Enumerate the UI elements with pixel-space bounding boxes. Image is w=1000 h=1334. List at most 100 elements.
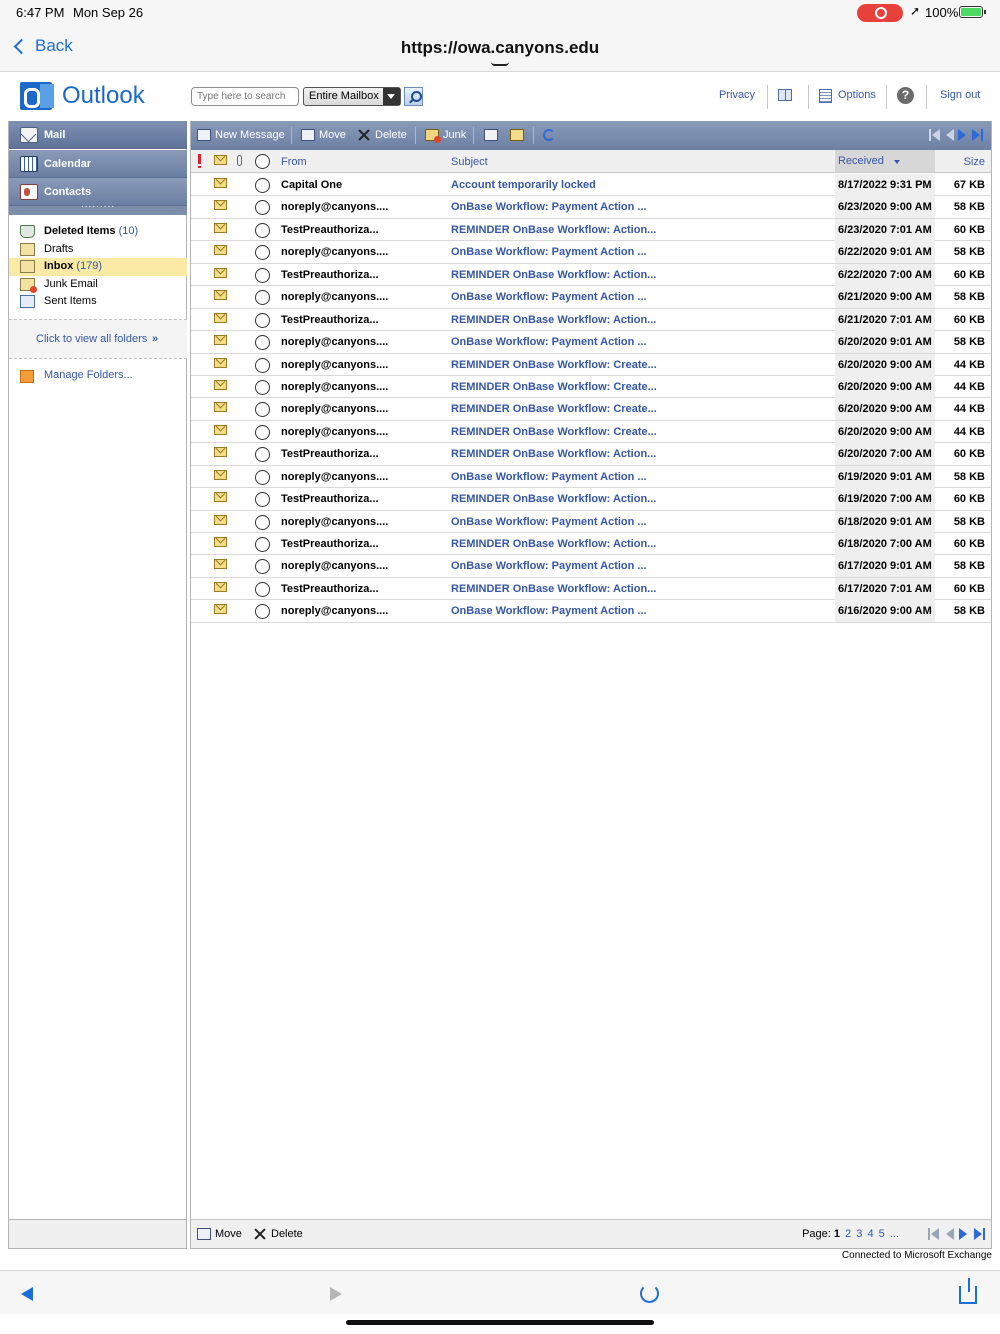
screen-recording-icon[interactable]: [857, 4, 903, 22]
search-button[interactable]: [404, 87, 423, 106]
message-row[interactable]: noreply@canyons.... OnBase Workflow: Paym…: [191, 196, 991, 219]
message-checkbox[interactable]: [255, 537, 270, 552]
message-subject[interactable]: REMINDER OnBase Workflow: Action...: [451, 314, 656, 326]
message-row[interactable]: noreply@canyons.... REMINDER OnBase Workf…: [191, 420, 991, 444]
message-row[interactable]: noreply@canyons.... OnBase Workflow: Paym…: [191, 465, 991, 489]
message-row[interactable]: TestPreauthoriza... REMINDER OnBase Workf…: [191, 488, 991, 511]
view-all-folders-link[interactable]: Click to view all folders »: [9, 319, 187, 359]
privacy-link[interactable]: Privacy: [719, 89, 755, 101]
message-subject[interactable]: OnBase Workflow: Payment Action ...: [451, 605, 647, 617]
folder-deleted-items[interactable]: Deleted Items (10): [9, 223, 187, 241]
folder-inbox[interactable]: Inbox (179): [9, 258, 187, 276]
message-row[interactable]: TestPreauthoriza... REMINDER OnBase Workf…: [191, 308, 991, 332]
message-row[interactable]: noreply@canyons.... REMINDER OnBase Workf…: [191, 375, 991, 399]
column-size[interactable]: Size: [964, 156, 985, 168]
dropdown-arrow-icon[interactable]: [383, 88, 400, 105]
folder-sent-items[interactable]: Sent Items: [9, 293, 187, 311]
home-indicator[interactable]: [346, 1320, 654, 1325]
message-row[interactable]: noreply@canyons.... OnBase Workflow: Paym…: [191, 241, 991, 264]
delete-button[interactable]: Delete: [357, 129, 407, 141]
message-checkbox[interactable]: [255, 469, 270, 485]
first-page-icon[interactable]: [928, 1228, 940, 1240]
message-row[interactable]: TestPreauthoriza... REMINDER OnBase Workf…: [191, 577, 991, 601]
message-subject[interactable]: OnBase Workflow: Payment Action ...: [451, 336, 647, 348]
message-row[interactable]: noreply@canyons.... REMINDER OnBase Workf…: [191, 398, 991, 421]
message-checkbox[interactable]: [255, 312, 270, 328]
message-row[interactable]: TestPreauthoriza... REMINDER OnBase Workf…: [191, 218, 991, 242]
search-input[interactable]: [191, 87, 299, 106]
browser-back-arrow-icon[interactable]: [21, 1287, 33, 1301]
share-icon[interactable]: [959, 1278, 977, 1304]
bottom-delete-button[interactable]: Delete: [253, 1228, 303, 1240]
message-checkbox[interactable]: [255, 402, 270, 418]
url-title[interactable]: https://owa.canyons.edu: [0, 38, 1000, 58]
first-page-icon[interactable]: [929, 129, 941, 141]
search-scope-select[interactable]: Entire Mailbox: [303, 87, 401, 106]
page-link[interactable]: 5: [879, 1228, 885, 1240]
message-subject[interactable]: REMINDER OnBase Workflow: Action...: [451, 269, 656, 281]
page-link[interactable]: 3: [856, 1228, 862, 1240]
mark-read-icon[interactable]: [484, 129, 498, 141]
last-page-icon[interactable]: [973, 1228, 985, 1240]
message-checkbox[interactable]: [255, 424, 270, 440]
message-checkbox[interactable]: [255, 604, 270, 620]
message-checkbox[interactable]: [255, 222, 270, 238]
mark-unread-icon[interactable]: [510, 129, 524, 141]
message-type-column-icon[interactable]: [214, 155, 227, 165]
message-row[interactable]: noreply@canyons.... OnBase Workflow: Paym…: [191, 286, 991, 309]
message-checkbox[interactable]: [255, 335, 270, 351]
options-icon[interactable]: [819, 89, 832, 103]
reload-icon[interactable]: [640, 1284, 659, 1303]
message-checkbox[interactable]: [255, 379, 270, 395]
message-row[interactable]: Capital One Account temporarily locked 8/1…: [191, 174, 991, 197]
message-checkbox[interactable]: [255, 559, 270, 575]
page-link[interactable]: 4: [867, 1228, 873, 1240]
browser-forward-arrow-icon[interactable]: [330, 1287, 342, 1301]
message-checkbox[interactable]: [255, 267, 270, 283]
folder-junk-email[interactable]: Junk Email: [9, 276, 187, 294]
message-subject[interactable]: REMINDER OnBase Workflow: Action...: [451, 224, 656, 236]
message-row[interactable]: noreply@canyons.... OnBase Workflow: Paym…: [191, 600, 991, 623]
bottom-move-button[interactable]: Move: [197, 1228, 242, 1240]
resize-grip[interactable]: [9, 199, 187, 215]
message-subject[interactable]: REMINDER OnBase Workflow: Action...: [451, 448, 656, 460]
message-row[interactable]: noreply@canyons.... OnBase Workflow: Paym…: [191, 510, 991, 533]
importance-column-icon[interactable]: [198, 154, 201, 168]
message-row[interactable]: noreply@canyons.... OnBase Workflow: Paym…: [191, 555, 991, 578]
previous-page-icon[interactable]: [943, 129, 955, 141]
message-row[interactable]: TestPreauthoriza... REMINDER OnBase Workf…: [191, 263, 991, 287]
grabber-handle[interactable]: [491, 62, 509, 66]
message-checkbox[interactable]: [255, 290, 270, 306]
message-checkbox[interactable]: [255, 178, 270, 193]
message-row[interactable]: noreply@canyons.... REMINDER OnBase Workf…: [191, 353, 991, 376]
message-checkbox[interactable]: [255, 581, 270, 597]
next-page-icon[interactable]: [958, 1228, 970, 1240]
new-message-button[interactable]: New Message: [197, 129, 285, 141]
options-link[interactable]: Options: [838, 89, 876, 101]
attachment-column-icon[interactable]: [237, 155, 242, 166]
column-from[interactable]: From: [281, 156, 307, 168]
next-page-icon[interactable]: [957, 129, 969, 141]
message-subject[interactable]: OnBase Workflow: Payment Action ...: [451, 516, 647, 528]
manage-folders-link[interactable]: Manage Folders...: [9, 369, 187, 383]
message-subject[interactable]: REMINDER OnBase Workflow: Create...: [451, 359, 657, 371]
refresh-icon[interactable]: [543, 129, 555, 141]
message-subject[interactable]: REMINDER OnBase Workflow: Create...: [451, 403, 657, 415]
last-page-icon[interactable]: [971, 129, 983, 141]
move-button[interactable]: Move: [301, 129, 346, 141]
help-icon[interactable]: ?: [897, 87, 914, 104]
column-subject[interactable]: Subject: [451, 156, 488, 168]
message-checkbox[interactable]: [255, 357, 270, 373]
address-book-icon[interactable]: [778, 89, 792, 101]
message-row[interactable]: TestPreauthoriza... REMINDER OnBase Workf…: [191, 443, 991, 466]
message-subject[interactable]: REMINDER OnBase Workflow: Action...: [451, 538, 656, 550]
select-all-checkbox[interactable]: [255, 154, 270, 169]
nav-calendar-button[interactable]: Calendar: [9, 150, 187, 178]
column-received[interactable]: Received: [835, 150, 935, 172]
message-checkbox[interactable]: [255, 514, 270, 530]
message-subject[interactable]: OnBase Workflow: Payment Action ...: [451, 201, 647, 213]
message-subject[interactable]: REMINDER OnBase Workflow: Action...: [451, 493, 656, 505]
folder-drafts[interactable]: Drafts: [9, 241, 187, 259]
message-subject[interactable]: OnBase Workflow: Payment Action ...: [451, 560, 647, 572]
message-checkbox[interactable]: [255, 200, 270, 216]
